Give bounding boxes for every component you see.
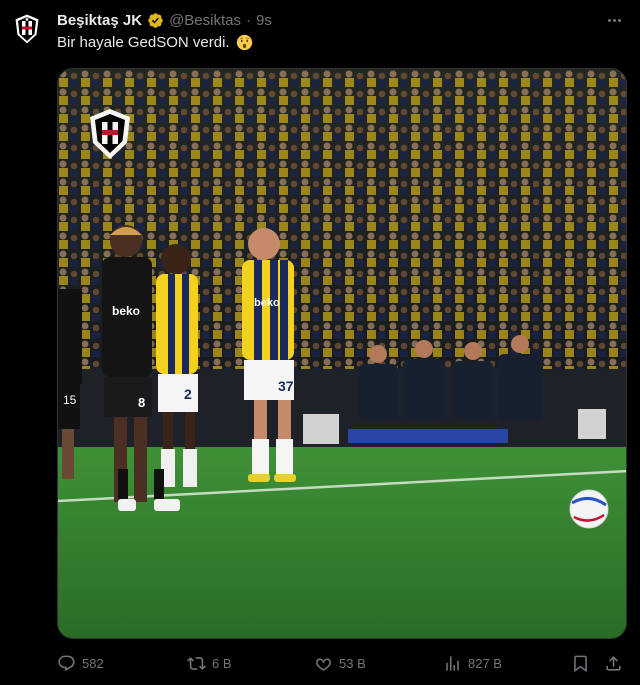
tweet-actions: 582 6 B 53 B 827 B	[57, 652, 627, 674]
reply-button[interactable]: 582	[57, 654, 104, 673]
tweet-text: Bir hayale GedSON verdi.	[57, 34, 253, 51]
player-number-37: 37	[278, 378, 294, 394]
tweet[interactable]: Beşiktaş JK @Besiktas · 9s Bir hayale Ge…	[0, 0, 640, 685]
tweet-media[interactable]: 15 2 beko 37 beko 8	[57, 68, 627, 639]
separator-dot: ·	[245, 11, 251, 29]
football	[569, 489, 609, 529]
tweet-header: Beşiktaş JK @Besiktas · 9s	[57, 10, 272, 30]
verified-badge-icon	[148, 12, 163, 28]
reply-icon	[58, 655, 75, 671]
repost-icon	[187, 656, 206, 670]
views-count: 827 B	[468, 655, 502, 671]
like-button[interactable]: 53 B	[314, 654, 366, 673]
repost-button[interactable]: 6 B	[187, 654, 232, 673]
player-number-15: 15	[63, 393, 77, 407]
like-icon	[315, 657, 332, 671]
more-icon[interactable]	[604, 10, 624, 30]
player-number-2: 2	[184, 386, 192, 402]
author-name[interactable]: Beşiktaş JK	[57, 12, 142, 29]
repost-count: 6 B	[212, 655, 232, 671]
astonished-face-icon	[236, 34, 252, 51]
tweet-text-content: Bir hayale GedSON verdi.	[57, 34, 230, 51]
player-number-8: 8	[138, 395, 145, 410]
bookmark-icon	[574, 655, 587, 672]
sponsor-text-bjk: beko	[112, 304, 140, 318]
bookmark-button[interactable]	[571, 654, 590, 673]
avatar[interactable]	[8, 10, 46, 48]
tweet-timestamp[interactable]: 9s	[256, 12, 272, 29]
bjk-crest-icon	[14, 13, 40, 45]
sponsor-text-fb: beko	[254, 297, 280, 309]
share-icon	[606, 655, 621, 671]
author-handle[interactable]: @Besiktas	[169, 12, 241, 29]
views-button[interactable]: 827 B	[443, 654, 502, 673]
share-button[interactable]	[604, 654, 623, 673]
reply-count: 582	[82, 655, 104, 671]
views-icon	[446, 655, 459, 671]
media-video-still: 15 2 beko 37 beko 8	[58, 69, 626, 638]
like-count: 53 B	[339, 655, 366, 671]
